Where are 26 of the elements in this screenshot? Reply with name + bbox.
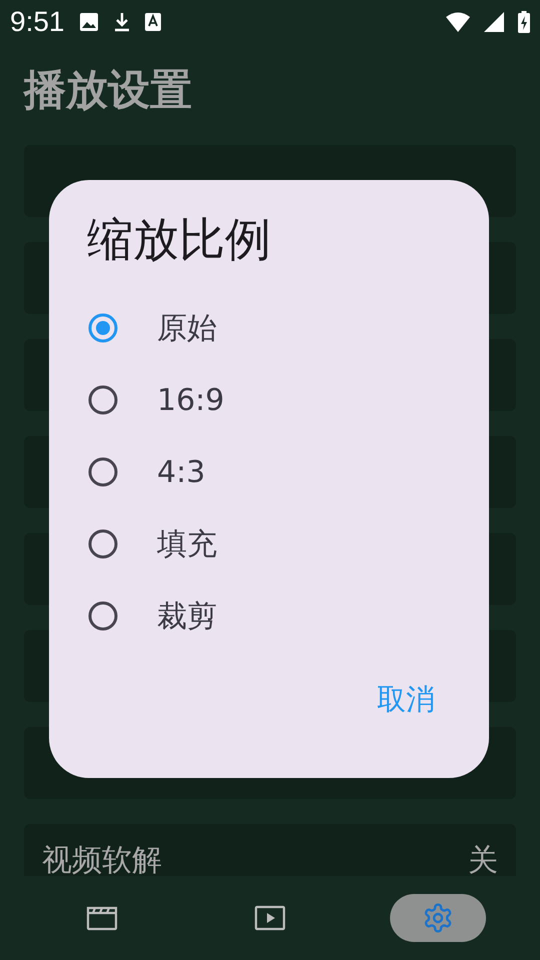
radio-button[interactable]: [87, 456, 119, 488]
image-icon: [78, 12, 98, 32]
option-label: 4:3: [157, 454, 206, 490]
option-label: 16:9: [157, 382, 224, 418]
dialog-title: 缩放比例: [87, 211, 271, 268]
status-time: 9:51: [10, 6, 64, 38]
setting-card[interactable]: 视频软解 关: [24, 824, 516, 876]
radio-button[interactable]: [87, 600, 119, 632]
radio-button[interactable]: [87, 528, 119, 560]
font-icon: [144, 13, 160, 31]
wifi-icon: [446, 12, 470, 32]
page-title: 播放设置: [22, 64, 193, 116]
setting-value: 关: [468, 842, 498, 876]
clapperboard-icon: [86, 905, 118, 931]
download-icon: [112, 12, 130, 32]
nav-tab[interactable]: [390, 894, 486, 942]
radio-button[interactable]: [87, 312, 119, 344]
option-label: 填充: [157, 526, 217, 564]
radio-button[interactable]: [87, 384, 119, 416]
play-icon: [254, 905, 286, 931]
option-label: 原始: [157, 310, 217, 348]
setting-label: 视频软解: [42, 842, 162, 876]
settings-icon: [422, 902, 454, 934]
signal-icon: [484, 12, 504, 32]
battery-icon: [518, 11, 530, 33]
option-label: 裁剪: [157, 598, 217, 636]
